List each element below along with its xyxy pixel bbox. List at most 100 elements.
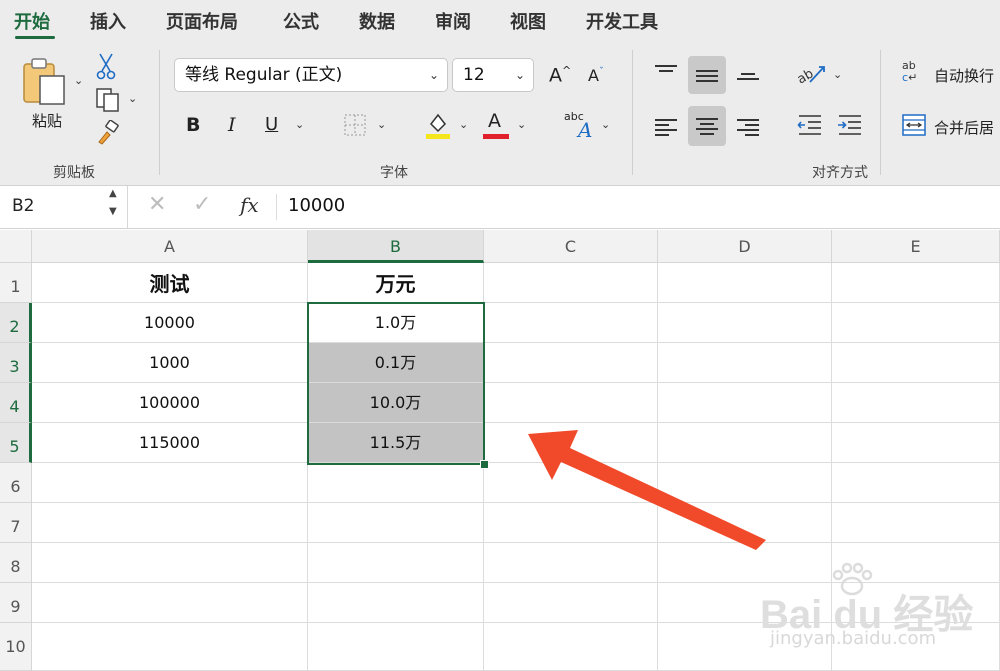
- row-header-2[interactable]: 2: [0, 303, 32, 343]
- column-header-d[interactable]: D: [658, 230, 832, 263]
- row-header-5[interactable]: 5: [0, 423, 32, 463]
- decrease-font-size-button[interactable]: Aˇ: [588, 66, 604, 85]
- cell-e6[interactable]: [832, 463, 1000, 503]
- stepper-down-icon[interactable]: ▼: [109, 206, 117, 217]
- cell-a9[interactable]: [32, 583, 308, 623]
- align-middle-button[interactable]: [688, 56, 726, 94]
- tab-insert[interactable]: 插入: [90, 8, 126, 34]
- column-header-c[interactable]: C: [484, 230, 658, 263]
- orientation-dropdown-chevron-icon[interactable]: ⌄: [833, 68, 842, 81]
- phonetic-guide-button[interactable]: abc A: [564, 108, 598, 142]
- insert-function-button[interactable]: fx: [240, 193, 259, 217]
- row-header-6[interactable]: 6: [0, 463, 32, 503]
- row-header-8[interactable]: 8: [0, 543, 32, 583]
- align-bottom-icon[interactable]: [737, 70, 759, 83]
- cell-c2[interactable]: [484, 303, 658, 343]
- row-header-1[interactable]: 1: [0, 263, 32, 303]
- paste-icon[interactable]: [20, 56, 70, 108]
- tab-home[interactable]: 开始: [14, 8, 50, 34]
- font-family-select[interactable]: 等线 Regular (正文) ⌄: [174, 58, 448, 92]
- row-header-10[interactable]: 10: [0, 623, 32, 671]
- tab-developer[interactable]: 开发工具: [586, 8, 658, 34]
- cell-e2[interactable]: [832, 303, 1000, 343]
- align-center-button[interactable]: [688, 106, 726, 146]
- tab-view[interactable]: 视图: [510, 8, 546, 34]
- fill-color-dropdown-chevron-icon[interactable]: ⌄: [459, 118, 468, 131]
- align-left-icon[interactable]: [655, 116, 677, 139]
- cell-b9[interactable]: [308, 583, 484, 623]
- stepper-up-icon[interactable]: ▲: [109, 188, 117, 199]
- cell-a2[interactable]: 10000: [32, 303, 308, 343]
- align-right-icon[interactable]: [737, 116, 759, 139]
- column-header-a[interactable]: A: [32, 230, 308, 263]
- wrap-text-button[interactable]: ab c↵ 自动换行: [900, 60, 1000, 90]
- tab-formulas[interactable]: 公式: [283, 8, 319, 34]
- cell-a5[interactable]: 115000: [32, 423, 308, 463]
- cancel-icon[interactable]: ✕: [148, 192, 166, 217]
- font-color-dropdown-chevron-icon[interactable]: ⌄: [517, 118, 526, 131]
- cell-e1[interactable]: [832, 263, 1000, 303]
- cell-b2[interactable]: 1.0万: [308, 303, 484, 343]
- merge-center-button[interactable]: 合并后居: [900, 112, 1000, 142]
- formula-input[interactable]: 10000: [288, 195, 345, 216]
- cell-a1[interactable]: 测试: [32, 263, 308, 303]
- font-size-select[interactable]: 12 ⌄: [452, 58, 534, 92]
- name-box[interactable]: B2 ▲ ▼: [0, 186, 128, 228]
- cell-a4[interactable]: 100000: [32, 383, 308, 423]
- cell-a10[interactable]: [32, 623, 308, 671]
- row-header-3[interactable]: 3: [0, 343, 32, 383]
- row-header-4[interactable]: 4: [0, 383, 32, 423]
- decrease-indent-icon[interactable]: [797, 112, 823, 138]
- cell-e7[interactable]: [832, 503, 1000, 543]
- select-all-corner[interactable]: [0, 230, 32, 263]
- confirm-icon[interactable]: ✓: [193, 192, 211, 217]
- orientation-icon[interactable]: ab: [796, 62, 826, 88]
- paste-button-label[interactable]: 粘贴: [32, 110, 62, 131]
- cell-e4[interactable]: [832, 383, 1000, 423]
- cell-b7[interactable]: [308, 503, 484, 543]
- cell-a6[interactable]: [32, 463, 308, 503]
- cell-a8[interactable]: [32, 543, 308, 583]
- increase-indent-icon[interactable]: [837, 112, 863, 138]
- tab-data[interactable]: 数据: [359, 8, 395, 34]
- align-top-icon[interactable]: [655, 62, 677, 75]
- borders-dropdown-chevron-icon[interactable]: ⌄: [377, 118, 386, 131]
- increase-font-size-button[interactable]: A^: [549, 64, 571, 86]
- phonetic-dropdown-chevron-icon[interactable]: ⌄: [601, 118, 610, 131]
- cell-c3[interactable]: [484, 343, 658, 383]
- cell-b8[interactable]: [308, 543, 484, 583]
- cell-b3[interactable]: 0.1万: [308, 343, 484, 383]
- cell-d1[interactable]: [658, 263, 832, 303]
- fill-color-icon[interactable]: [425, 110, 451, 140]
- cell-c9[interactable]: [484, 583, 658, 623]
- cell-c10[interactable]: [484, 623, 658, 671]
- cell-d3[interactable]: [658, 343, 832, 383]
- tab-page-layout[interactable]: 页面布局: [166, 8, 238, 34]
- font-color-button[interactable]: A: [483, 110, 509, 140]
- cell-d2[interactable]: [658, 303, 832, 343]
- cell-b10[interactable]: [308, 623, 484, 671]
- cell-b6[interactable]: [308, 463, 484, 503]
- row-header-9[interactable]: 9: [0, 583, 32, 623]
- underline-button[interactable]: U: [265, 114, 278, 135]
- copy-dropdown-chevron-icon[interactable]: ⌄: [128, 92, 137, 105]
- cell-a7[interactable]: [32, 503, 308, 543]
- cell-b4[interactable]: 10.0万: [308, 383, 484, 423]
- bold-button[interactable]: B: [186, 114, 200, 136]
- column-header-b[interactable]: B: [308, 230, 484, 263]
- cut-icon[interactable]: [95, 52, 117, 80]
- borders-icon[interactable]: [342, 112, 368, 138]
- italic-button[interactable]: I: [228, 114, 236, 136]
- cell-e3[interactable]: [832, 343, 1000, 383]
- underline-dropdown-chevron-icon[interactable]: ⌄: [295, 118, 304, 131]
- tab-review[interactable]: 审阅: [435, 8, 471, 34]
- format-painter-icon[interactable]: [95, 120, 121, 146]
- column-header-e[interactable]: E: [832, 230, 1000, 263]
- row-header-7[interactable]: 7: [0, 503, 32, 543]
- cell-b1[interactable]: 万元: [308, 263, 484, 303]
- cell-a3[interactable]: 1000: [32, 343, 308, 383]
- cell-b5[interactable]: 11.5万: [308, 423, 484, 463]
- paste-dropdown-chevron-icon[interactable]: ⌄: [74, 74, 83, 87]
- cell-e5[interactable]: [832, 423, 1000, 463]
- fill-handle[interactable]: [480, 460, 489, 469]
